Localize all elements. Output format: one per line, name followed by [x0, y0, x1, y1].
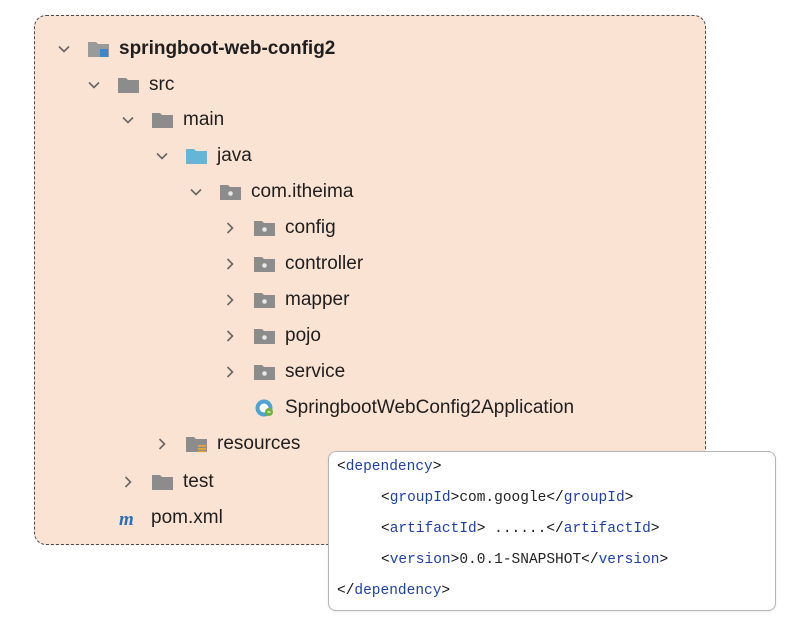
spring-boot-class-icon — [253, 398, 277, 418]
tree-item-java[interactable]: java — [153, 140, 252, 172]
chevron-down-icon[interactable] — [187, 183, 205, 201]
package-icon — [253, 362, 277, 382]
tree-item-label: SpringbootWebConfig2Application — [285, 397, 575, 418]
code-line-version: <version>0.0.1-SNAPSHOT</version> — [381, 552, 669, 568]
tree-item-package[interactable]: service — [221, 356, 345, 388]
tree-item-app-class[interactable]: SpringbootWebConfig2Application — [221, 392, 574, 424]
tree-item-src[interactable]: src — [85, 69, 174, 101]
chevron-down-icon[interactable] — [119, 111, 137, 129]
tree-item-label: pom.xml — [151, 507, 223, 528]
package-icon — [253, 254, 277, 274]
chevron-right-icon[interactable] — [221, 219, 239, 237]
tree-item-package[interactable]: mapper — [221, 284, 349, 316]
tree-item-label: com.itheima — [251, 181, 354, 202]
xml-tag-name: groupId — [389, 490, 451, 506]
chevron-right-icon[interactable] — [153, 435, 171, 453]
code-line-artifact-id: <artifactId> ......</artifactId> — [381, 521, 660, 537]
version-value: 0.0.1-SNAPSHOT — [459, 552, 582, 568]
tree-item-label: pojo — [285, 325, 321, 346]
chevron-right-icon[interactable] — [221, 291, 239, 309]
chevron-right-icon[interactable] — [221, 327, 239, 345]
tree-item-package[interactable]: pojo — [221, 320, 321, 352]
chevron-right-icon[interactable] — [221, 255, 239, 273]
tree-item-resources[interactable]: resources — [153, 428, 300, 460]
xml-tag-name: dependency — [354, 583, 442, 599]
tree-item-test[interactable]: test — [119, 466, 214, 498]
code-line-dependency-close: </dependency> — [337, 583, 451, 599]
package-icon — [253, 218, 277, 238]
code-line-dependency-open: <dependency> — [337, 459, 442, 475]
source-folder-icon — [185, 146, 209, 166]
chevron-right-icon[interactable] — [221, 363, 239, 381]
xml-tag-name: artifactId — [563, 521, 651, 537]
tree-item-project[interactable]: springboot-web-config2 — [55, 33, 335, 65]
xml-tag-name: artifactId — [389, 521, 477, 537]
folder-icon — [151, 110, 175, 130]
chevron-right-icon[interactable] — [119, 473, 137, 491]
dependency-snippet-panel: <dependency> <groupId>com.google</groupI… — [328, 451, 776, 611]
code-line-group-id: <groupId>com.google</groupId> — [381, 490, 634, 506]
tree-item-package-root[interactable]: com.itheima — [187, 176, 353, 208]
resources-folder-icon — [185, 434, 209, 454]
package-icon — [253, 326, 277, 346]
tree-item-label: service — [285, 361, 346, 382]
tree-item-label: mapper — [285, 289, 350, 310]
tree-item-package[interactable]: config — [221, 212, 336, 244]
xml-tag-name: dependency — [345, 459, 433, 475]
maven-icon: m — [119, 508, 143, 528]
tree-item-label: src — [149, 74, 175, 95]
tree-item-package[interactable]: controller — [221, 248, 363, 280]
tree-item-label: java — [217, 145, 252, 166]
chevron-down-icon[interactable] — [153, 147, 171, 165]
group-id-value: com.google — [459, 490, 547, 506]
package-icon — [253, 290, 277, 310]
xml-tag-name: version — [389, 552, 451, 568]
xml-tag-name: version — [598, 552, 660, 568]
tree-item-label: resources — [217, 433, 301, 454]
tree-item-label: main — [183, 109, 225, 130]
tree-item-label: test — [183, 471, 214, 492]
tree-item-label: config — [285, 217, 336, 238]
folder-icon — [151, 472, 175, 492]
tree-item-label: springboot-web-config2 — [119, 38, 336, 59]
tree-item-pom[interactable]: m pom.xml — [119, 502, 223, 534]
svg-text:m: m — [119, 509, 134, 528]
chevron-down-icon[interactable] — [85, 76, 103, 94]
tree-item-label: controller — [285, 253, 364, 274]
package-icon — [219, 182, 243, 202]
module-folder-icon — [87, 39, 111, 59]
folder-icon — [117, 75, 141, 95]
xml-tag-name: groupId — [563, 490, 625, 506]
chevron-down-icon[interactable] — [55, 40, 73, 58]
artifact-id-value: ...... — [485, 521, 547, 537]
tree-item-main[interactable]: main — [119, 104, 224, 136]
